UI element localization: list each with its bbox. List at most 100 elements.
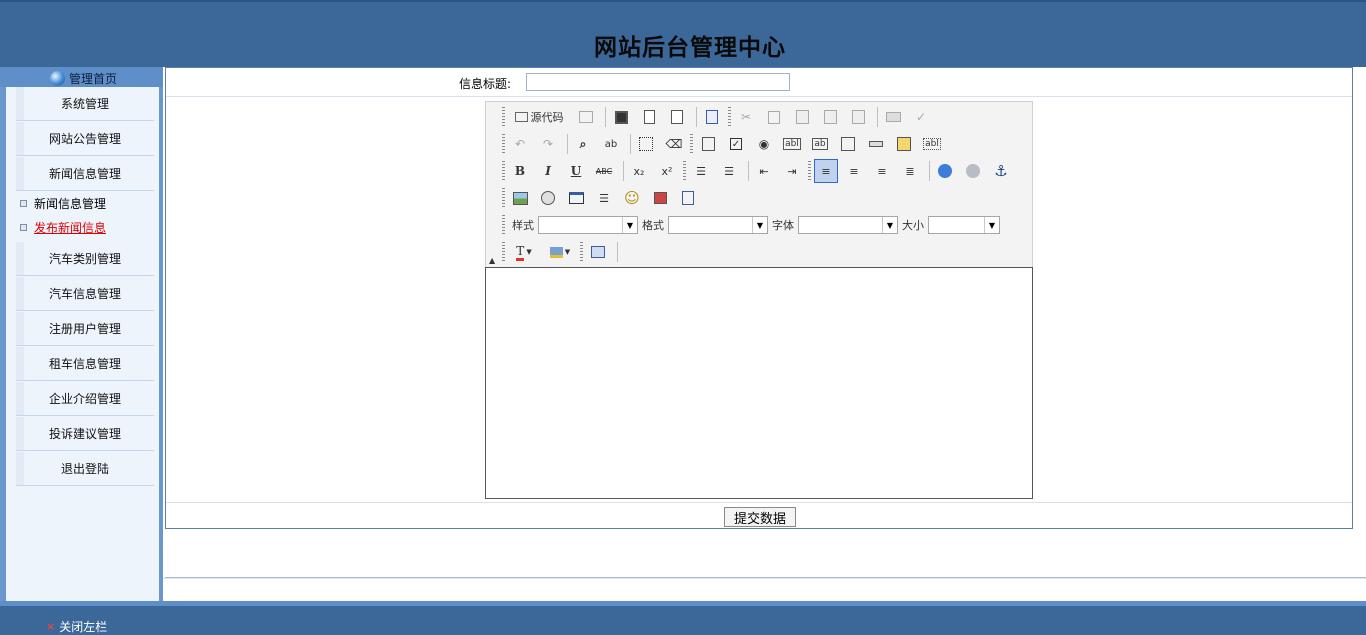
form-icon[interactable]	[696, 132, 720, 156]
sidebar-item-notice[interactable]: 网站公告管理	[16, 122, 154, 156]
close-left-panel-link[interactable]: × 关闭左栏	[46, 618, 107, 635]
lower-divider-line	[165, 577, 1366, 578]
source-button[interactable]: 源代码	[508, 105, 570, 129]
sub-item-publish-news[interactable]: 发布新闻信息	[20, 218, 106, 236]
header-top-line	[0, 0, 1366, 2]
size-select[interactable]: ▼	[928, 216, 1000, 234]
sidebar: 系统管理 网站公告管理 新闻信息管理 新闻信息管理 发布新闻信息 汽车类别管理 …	[0, 87, 163, 601]
paint-bucket-icon	[549, 246, 563, 258]
subscript-icon[interactable]: x₂	[627, 159, 651, 183]
sub-item-label: 新闻信息管理	[34, 196, 107, 211]
submit-row: 提交数据	[166, 502, 1352, 529]
special-char-icon[interactable]	[648, 186, 672, 210]
page-break-icon[interactable]	[676, 186, 700, 210]
text-color-button[interactable]: T ▼	[508, 240, 540, 264]
sidebar-item-label: 退出登陆	[60, 462, 109, 476]
save-icon[interactable]	[609, 105, 633, 129]
footer-bar: × 关闭左栏	[0, 601, 1366, 635]
editor-content-area[interactable]	[485, 267, 1033, 499]
size-label: 大小	[902, 219, 924, 232]
remove-format-icon[interactable]: ⌫	[662, 132, 686, 156]
sidebar-item-label: 网站公告管理	[48, 132, 121, 146]
unordered-list-icon[interactable]: ☰	[717, 159, 741, 183]
print-icon[interactable]	[881, 105, 905, 129]
sidebar-item-logout[interactable]: 退出登陆	[16, 452, 154, 486]
select-field-icon[interactable]	[836, 132, 860, 156]
toolbar-row-1: 源代码 ✂ ✓	[502, 104, 937, 130]
toolbar-grip-icon	[502, 107, 505, 127]
image-button-icon[interactable]	[892, 132, 916, 156]
table-icon[interactable]	[564, 186, 588, 210]
align-center-icon[interactable]: ≡	[842, 159, 866, 183]
checkbox-icon[interactable]: ✓	[724, 132, 748, 156]
font-select[interactable]: ▼	[798, 216, 898, 234]
align-left-icon[interactable]: ≡	[814, 159, 838, 183]
outdent-icon[interactable]: ⇤	[752, 159, 776, 183]
spellcheck-icon[interactable]: ✓	[909, 105, 933, 129]
flash-icon[interactable]	[536, 186, 560, 210]
style-select[interactable]: ▼	[538, 216, 638, 234]
cut-icon[interactable]: ✂	[734, 105, 758, 129]
textarea-icon[interactable]: ab	[808, 132, 832, 156]
strikethrough-icon[interactable]: ABC	[592, 159, 616, 183]
sidebar-item-system[interactable]: 系统管理	[16, 87, 154, 121]
align-right-icon[interactable]: ≡	[870, 159, 894, 183]
sidebar-item-complaints[interactable]: 投诉建议管理	[16, 417, 154, 451]
toolbar-row-5: 样式 ▼ 格式 ▼ 字体 ▼ 大小 ▼	[502, 212, 1000, 238]
button-field-icon[interactable]	[864, 132, 888, 156]
redo-icon[interactable]: ↷	[536, 132, 560, 156]
preview-icon[interactable]	[665, 105, 689, 129]
title-input[interactable]	[526, 73, 790, 91]
collapse-toolbar-icon[interactable]: ▲	[489, 256, 495, 265]
replace-icon[interactable]: ab	[599, 132, 623, 156]
sidebar-item-company[interactable]: 企业介绍管理	[16, 382, 154, 416]
select-all-icon[interactable]	[634, 132, 658, 156]
sidebar-item-news[interactable]: 新闻信息管理	[16, 157, 154, 191]
paste-text-icon[interactable]	[818, 105, 842, 129]
rich-text-editor: 源代码 ✂ ✓ ↶ ↷ ⌕ ab ⌫ ✓ ◉ abl ab abl B I U …	[485, 101, 1033, 499]
paste-word-icon[interactable]	[846, 105, 870, 129]
templates-icon[interactable]	[700, 105, 724, 129]
radio-icon[interactable]: ◉	[752, 132, 776, 156]
italic-icon[interactable]: I	[536, 159, 560, 183]
toolbar-row-2: ↶ ↷ ⌕ ab ⌫ ✓ ◉ abl ab abl	[502, 131, 948, 157]
new-page-icon[interactable]	[637, 105, 661, 129]
maximize-icon[interactable]	[586, 240, 610, 264]
undo-icon[interactable]: ↶	[508, 132, 532, 156]
toolbar-row-3: B I U ABC x₂ x² ☰ ☰ ⇤ ⇥ ≡ ≡ ≡ ≣ ⚓	[502, 158, 1017, 184]
toolbar-row-4: ☰ ☺	[502, 185, 704, 211]
underline-icon[interactable]: U	[564, 159, 588, 183]
link-icon[interactable]	[933, 159, 957, 183]
format-select[interactable]: ▼	[668, 216, 768, 234]
bold-icon[interactable]: B	[508, 159, 532, 183]
ordered-list-icon[interactable]: ☰	[689, 159, 713, 183]
horizontal-rule-icon[interactable]: ☰	[592, 186, 616, 210]
find-icon[interactable]: ⌕	[571, 132, 595, 156]
superscript-icon[interactable]: x²	[655, 159, 679, 183]
format-label: 格式	[642, 219, 664, 232]
sidebar-item-label: 企业介绍管理	[48, 392, 121, 406]
submit-button[interactable]: 提交数据	[724, 507, 796, 527]
indent-icon[interactable]: ⇥	[780, 159, 804, 183]
chevron-down-icon: ▼	[564, 248, 571, 256]
copy-icon[interactable]	[762, 105, 786, 129]
smiley-icon[interactable]: ☺	[620, 186, 644, 210]
sub-item-news-manage[interactable]: 新闻信息管理	[20, 194, 106, 212]
save-icon[interactable]	[574, 105, 598, 129]
hidden-field-icon[interactable]: abl	[920, 132, 944, 156]
sidebar-item-users[interactable]: 注册用户管理	[16, 312, 154, 346]
sidebar-item-rental[interactable]: 租车信息管理	[16, 347, 154, 381]
unlink-icon[interactable]	[961, 159, 985, 183]
anchor-icon[interactable]: ⚓	[989, 159, 1013, 183]
align-justify-icon[interactable]: ≣	[898, 159, 922, 183]
sidebar-item-car-info[interactable]: 汽车信息管理	[16, 277, 154, 311]
main-form: 信息标题: 源代码 ✂ ✓ ↶ ↷ ⌕ ab ⌫ ✓ ◉ abl ab abl …	[165, 67, 1353, 529]
sidebar-item-car-category[interactable]: 汽车类别管理	[16, 242, 154, 276]
close-left-label: 关闭左栏	[59, 620, 108, 634]
bg-color-button[interactable]: ▼	[544, 240, 576, 264]
home-link[interactable]: 管理首页	[50, 69, 117, 87]
paste-icon[interactable]	[790, 105, 814, 129]
image-icon[interactable]	[508, 186, 532, 210]
textfield-icon[interactable]: abl	[780, 132, 804, 156]
toolbar-row-6: T ▼ ▼	[502, 239, 621, 265]
